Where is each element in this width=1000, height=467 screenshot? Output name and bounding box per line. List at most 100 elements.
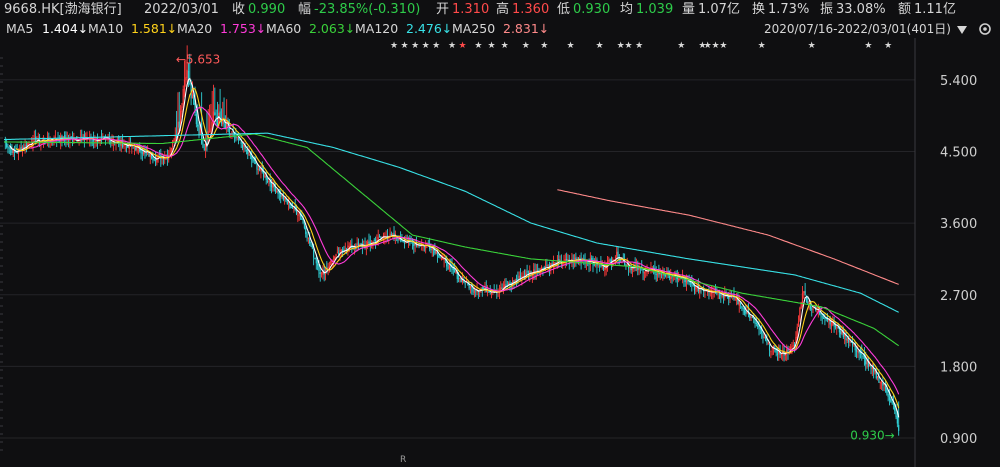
candle-body [898,425,900,431]
candle-body [758,326,760,329]
candle-body [551,263,553,265]
candle-body [214,112,216,116]
candle-body [82,135,84,137]
candle-body [481,287,483,290]
candle-body [671,276,673,278]
date-range-selector[interactable]: 2020/07/16-2022/03/01(401日) [764,20,951,38]
star-marker: ★ [540,41,548,51]
candle-body [320,273,323,275]
candle-body [241,144,244,149]
candle-body [567,258,569,260]
avg-value: 1.039 [636,2,674,17]
candle-body [153,159,155,161]
candle-body [156,157,158,163]
candle-body [763,336,765,339]
candle-body [762,332,764,338]
candle-body [154,158,157,161]
candle-body [247,149,249,155]
candle-body [880,382,883,384]
candle-body [755,322,757,325]
stock-title[interactable]: 9668.HK[渤海银行] [4,0,122,20]
y-tick-label: 3.600 [940,217,977,232]
turnover-label: 换 [752,2,766,17]
candle-body [454,268,456,273]
y-tick-label: 0.900 [940,432,977,447]
candle-body [877,376,879,378]
candle-body [692,284,694,286]
candle-body [252,158,254,162]
star-marker: ★ [401,41,409,51]
candle-body [245,150,248,151]
candle-body [455,271,457,273]
y-tick-label: 1.800 [940,360,977,375]
candle-body [891,402,893,403]
ma60-line [4,133,900,347]
candle-body [518,275,520,279]
candle-body [820,313,822,316]
volume-value: 1.07亿 [698,2,740,17]
star-marker: ★ [711,41,719,51]
candle-body [170,147,172,153]
candle-body [185,77,187,81]
candle-body [268,180,270,182]
candle-body [849,341,851,343]
amplitude-label: 振 [820,2,834,17]
open-label: 开 [436,2,450,17]
candle-body [720,294,722,296]
kline-chart[interactable]: ★ ★ ★ ★ ★ ★ ★ ★ ★ ★ ★ ★ ★ ★ ★ ★ ★ ★ ★★ ★ ★ ★ ★ ★ ★ 5.400 4.500 3.6… [0,38,1000,467]
ma60-value: 2.063↓ [309,21,356,36]
candle-body [643,272,645,274]
candle-body [768,344,771,351]
candle-body [699,289,701,293]
candle-body [203,148,205,150]
triangle-down-icon[interactable] [956,23,968,35]
star-marker: ★ [448,41,456,51]
candle-body [274,187,277,192]
candle-body [237,137,240,141]
candle-body [822,317,825,319]
star-marker: ★ [422,41,430,51]
candle-body [746,312,748,314]
candle-body [438,255,440,258]
candle-body [473,290,475,294]
amplitude-value: 33.08% [836,2,886,17]
candle-body [257,169,259,170]
candle-body [291,207,294,209]
candle-body [862,355,864,357]
candle-body [541,266,543,269]
change-label: 幅 [298,2,312,17]
star-marker: ★ [522,41,530,51]
candle-body [174,135,176,141]
candle-body [486,290,489,294]
candle-body [248,153,250,155]
candle-body [509,282,511,284]
candle-body [745,311,747,314]
star-marker: ★ [411,41,419,51]
candle-body [286,201,288,204]
ma250-label: MA250 [452,21,496,36]
candle-body [307,237,309,239]
candle-body [834,325,837,328]
candle-body [327,267,329,270]
candle-body [840,331,842,335]
ma20-value: 1.753↓ [220,21,267,36]
candle-body [771,348,773,350]
candle-body [236,136,238,138]
star-marker: ★ [635,41,643,51]
low-price-label: 0.930→ [850,429,894,443]
candle-body [830,324,833,326]
candle-body [716,293,718,294]
candle-body [848,339,850,343]
ma120-label: MA120 [355,21,399,36]
candle-body [501,288,503,289]
candle-body [253,160,255,162]
avg-label: 均 [620,2,634,17]
candle-body [141,152,143,154]
candle-body [811,308,813,310]
candle-body [575,257,577,260]
low-label: 低 [557,2,571,17]
candle-body [319,272,321,274]
r-marker: R [400,455,406,465]
candle-body [183,79,186,91]
candle-body [801,293,804,304]
